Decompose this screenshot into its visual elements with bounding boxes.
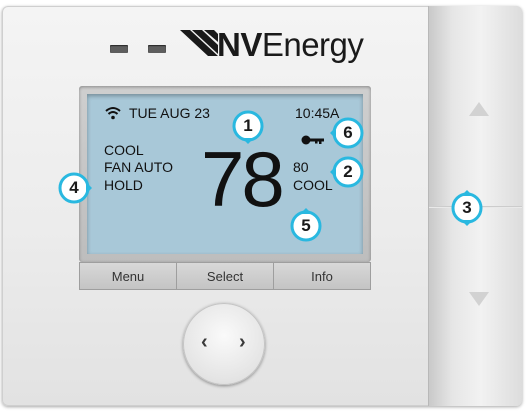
soft-button-bar: Menu Select Info [79,262,371,290]
status-led-right [148,45,166,53]
callout-4-label: 4 [69,178,79,197]
callout-2-label: 2 [343,162,353,181]
callout-3-label: 3 [462,198,472,217]
menu-button[interactable]: Menu [79,262,177,290]
temperature-up-arrow-icon[interactable] [469,102,489,116]
callout-2: 2 [330,156,364,188]
brand-suffix: Energy [261,26,364,63]
callout-6-label: 6 [343,123,353,142]
setpoint-mode: COOL [293,177,333,193]
temperature-down-arrow-icon[interactable] [469,292,489,306]
select-button[interactable]: Select [177,262,274,290]
hold-status: HOLD [104,177,143,193]
callout-1-label: 1 [243,116,253,135]
fan-mode: FAN AUTO [104,159,173,175]
display-bezel: TUE AUG 23 10:45A COOL FAN AUTO HOLD 78 … [79,86,371,262]
callout-5-label: 5 [301,216,311,235]
callout-4: 4 [58,172,92,204]
callout-1: 1 [232,110,264,144]
system-mode: COOL [104,142,144,158]
setpoint-temperature: 80 [293,159,309,175]
callout-3: 3 [451,190,483,226]
nav-left-icon[interactable]: ‹ [201,331,208,354]
status-led-left [110,45,128,53]
date-display: TUE AUG 23 [129,105,210,121]
callout-6: 6 [330,117,364,149]
brand-prefix: NV [217,26,262,63]
brand-logo-text: NVEnergy [217,26,364,64]
navigation-wheel[interactable]: ‹ › [183,303,265,385]
key-lock-icon [301,135,324,145]
wifi-icon [105,107,121,120]
callout-5: 5 [290,208,322,242]
info-button[interactable]: Info [274,262,371,290]
nv-energy-logo-icon [180,30,218,56]
nav-right-icon[interactable]: › [239,331,246,354]
current-temperature: 78 [201,135,285,223]
